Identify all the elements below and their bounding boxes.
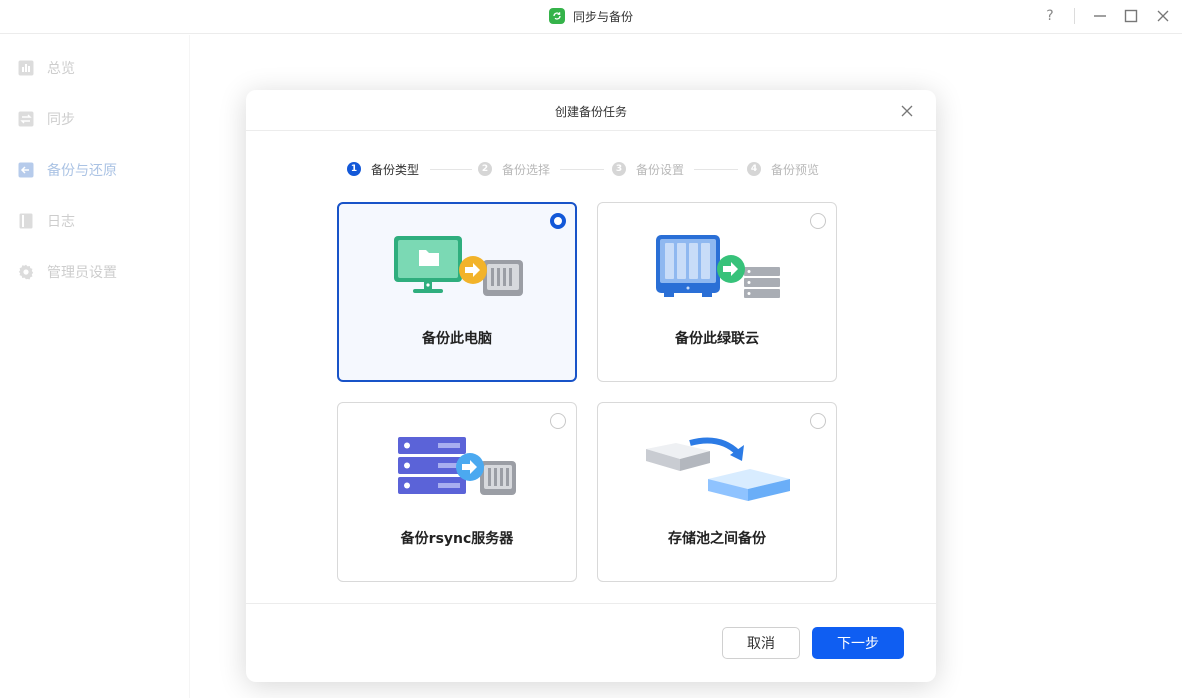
radio-button[interactable] xyxy=(550,413,566,429)
create-backup-task-dialog: 创建备份任务 1 备份类型 2 备份选择 3 备份设置 4 备份预览 备份此电脑… xyxy=(246,90,936,682)
cancel-button[interactable]: 取消 xyxy=(722,627,800,659)
step-number: 4 xyxy=(747,162,761,176)
dialog-title: 创建备份任务 xyxy=(554,105,627,119)
step-backup-preview: 4 备份预览 xyxy=(747,162,820,177)
option-storage-pool-backup[interactable]: 存储池之间备份 xyxy=(597,402,837,582)
step-number: 3 xyxy=(612,162,626,176)
window-title: 同步与备份 xyxy=(573,9,634,24)
minimize-icon[interactable] xyxy=(1090,6,1110,26)
option-backup-this-pc[interactable]: 备份此电脑 xyxy=(337,202,577,382)
next-step-button[interactable]: 下一步 xyxy=(812,627,904,659)
step-label: 备份预览 xyxy=(771,162,820,177)
option-label: 备份此电脑 xyxy=(422,331,492,347)
radio-button-selected[interactable] xyxy=(550,213,566,229)
maximize-icon[interactable] xyxy=(1121,6,1141,26)
step-label: 备份类型 xyxy=(371,162,420,177)
step-backup-selection: 2 备份选择 xyxy=(478,162,551,177)
option-label: 存储池之间备份 xyxy=(668,531,766,547)
option-label: 备份rsync服务器 xyxy=(400,531,514,547)
storage-pool-icon xyxy=(646,437,790,501)
step-backup-settings: 3 备份设置 xyxy=(612,162,685,177)
step-connector xyxy=(694,169,738,170)
app-title: 同步与备份 xyxy=(549,7,633,25)
radio-button[interactable] xyxy=(810,213,826,229)
step-connector xyxy=(560,169,604,170)
step-number: 1 xyxy=(347,162,361,176)
title-separator xyxy=(1074,8,1075,24)
option-backup-this-nas[interactable]: 备份此绿联云 xyxy=(597,202,837,382)
dialog-footer-divider xyxy=(246,603,936,604)
computer-to-nas-icon xyxy=(394,236,523,296)
close-window-icon[interactable] xyxy=(1153,6,1173,26)
step-label: 备份选择 xyxy=(502,162,551,177)
help-icon[interactable]: ? xyxy=(1040,6,1060,26)
step-label: 备份设置 xyxy=(636,162,685,177)
radio-button[interactable] xyxy=(810,413,826,429)
option-label: 备份此绿联云 xyxy=(675,331,759,347)
close-icon[interactable] xyxy=(897,101,917,121)
option-backup-rsync-server[interactable]: 备份rsync服务器 xyxy=(337,402,577,582)
step-backup-type: 1 备份类型 xyxy=(347,162,420,177)
step-number: 2 xyxy=(478,162,492,176)
dialog-header: 创建备份任务 xyxy=(246,90,936,131)
sync-app-icon xyxy=(549,8,565,24)
rsync-server-icon xyxy=(398,437,516,495)
step-connector xyxy=(430,169,472,170)
nas-to-server-icon xyxy=(656,235,780,298)
title-bar: 同步与备份 ? xyxy=(0,0,1182,34)
